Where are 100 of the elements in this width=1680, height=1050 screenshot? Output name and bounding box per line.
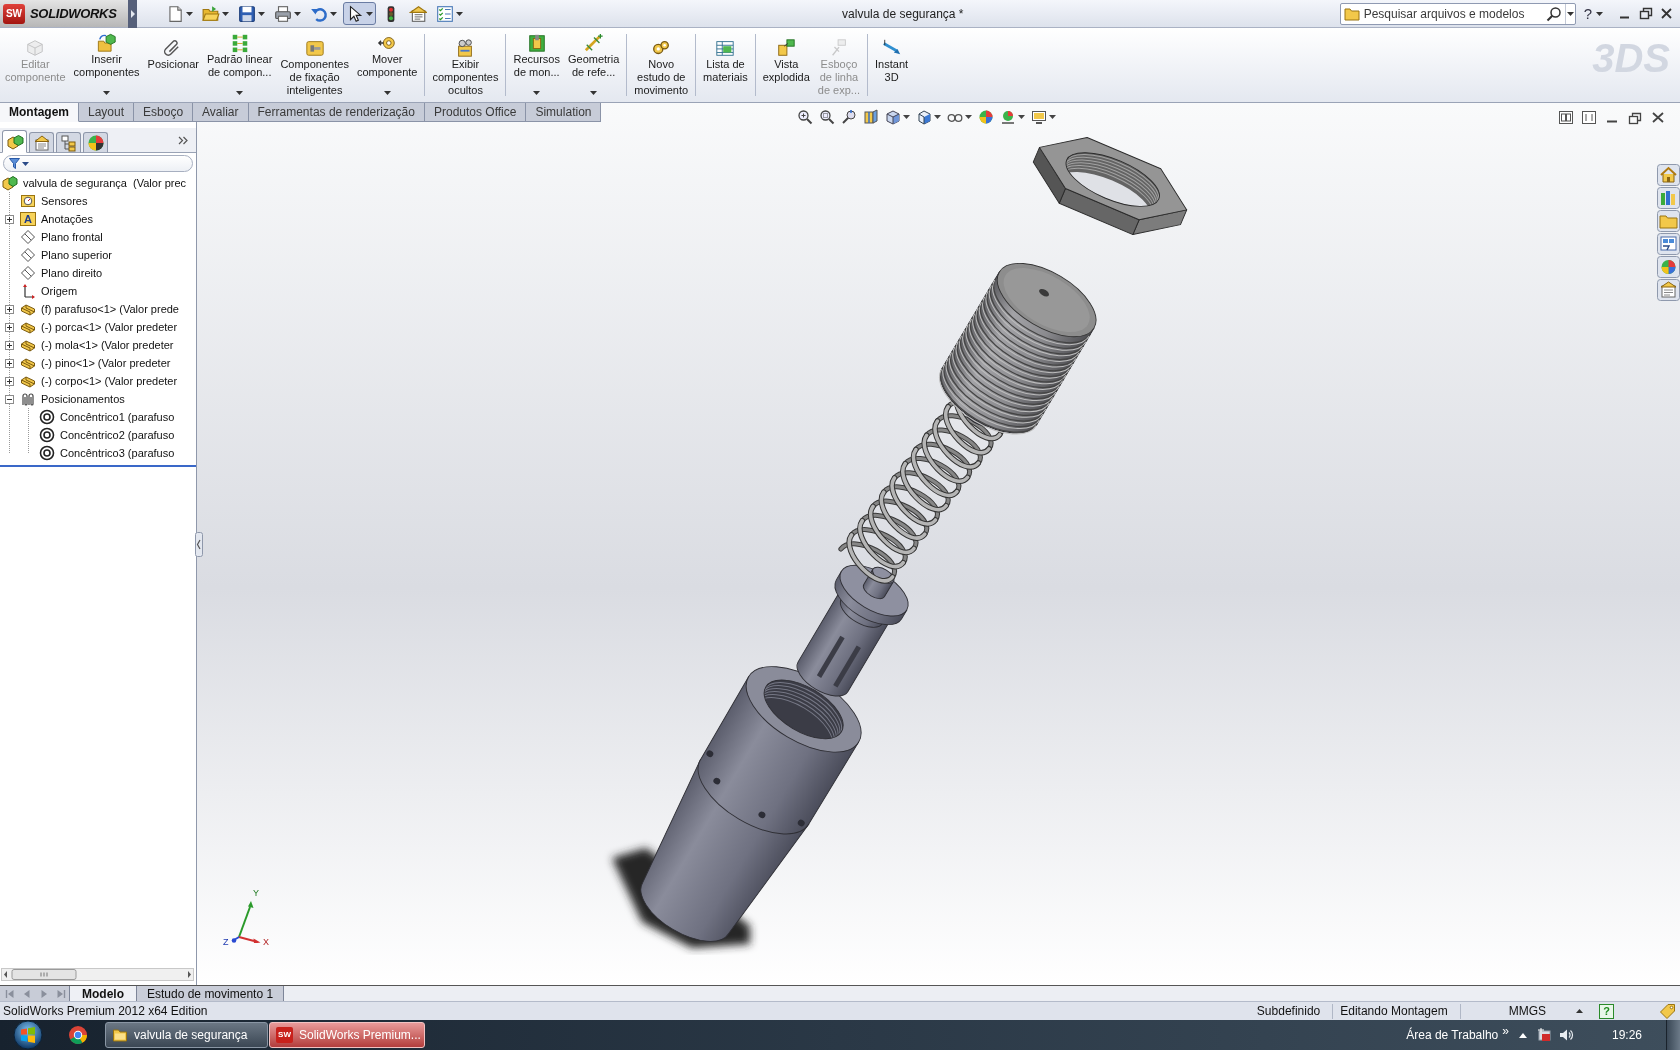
smart-fasteners-button[interactable]: Componentes de fixação inteligentes	[276, 28, 353, 102]
assembly-feature-icon	[526, 33, 547, 53]
home-icon[interactable]	[1657, 164, 1680, 186]
tree-item[interactable]: Concêntrico2 (parafuso	[60, 429, 175, 441]
restore-icon[interactable]	[1638, 6, 1653, 21]
property-sheet-icon	[32, 133, 51, 152]
view-orientation-button[interactable]	[885, 109, 910, 125]
zoom-to-fit-button[interactable]	[797, 109, 813, 125]
tree-item[interactable]: (-) mola<1> (Valor predeter	[41, 339, 174, 351]
panel-tab[interactable]	[29, 132, 54, 153]
folder-icon	[112, 1027, 128, 1043]
app-logo-badge: SW	[3, 3, 25, 24]
command-tab[interactable]: Montagem	[0, 103, 79, 122]
plus-box-icon[interactable]	[5, 304, 14, 314]
view-settings-button[interactable]	[1031, 109, 1056, 125]
plus-box-icon[interactable]	[5, 358, 14, 368]
command-tab[interactable]: Ferramentas de renderização	[248, 103, 425, 122]
app-menu-button[interactable]: SW SOLIDWORKS	[0, 0, 128, 27]
close-icon[interactable]	[1659, 6, 1674, 21]
taskbar-button[interactable]: valvula de segurança	[105, 1022, 268, 1048]
show-hidden-button[interactable]: Exibir componentes ocultos	[428, 28, 503, 102]
tree-item[interactable]: (-) pino<1> (Valor predeter	[41, 357, 171, 369]
library-icon[interactable]	[1657, 187, 1680, 209]
insert-components-button[interactable]: Inserir componentes	[69, 28, 144, 102]
motion-study-button[interactable]: Novo estudo de movimento	[630, 28, 693, 102]
previous-view-icon	[841, 109, 857, 125]
section-view-button[interactable]	[863, 109, 879, 125]
linear-pattern-button[interactable]: Padrão linear de compon...	[202, 28, 277, 102]
panel-tab[interactable]	[2, 130, 27, 153]
show-desktop-button[interactable]	[1666, 1020, 1680, 1050]
reference-geometry-button[interactable]: Geometria de refe...	[563, 28, 624, 102]
horizontal-scrollbar[interactable]	[1, 968, 194, 981]
zoom-area-button[interactable]	[819, 109, 835, 125]
command-tab[interactable]: Avaliar	[193, 103, 249, 122]
tree-item[interactable]: (-) corpo<1> (Valor predeter	[41, 375, 178, 387]
gauge-icon	[20, 193, 36, 209]
tile-vertical-icon[interactable]	[1581, 110, 1597, 125]
model-tab[interactable]: Estudo de movimento 1	[137, 986, 285, 1001]
filter-field[interactable]	[3, 155, 193, 172]
plus-box-icon[interactable]	[5, 214, 14, 224]
bill-of-materials-button[interactable]: Lista de materiais	[699, 28, 752, 102]
tree-item[interactable]: Anotações	[41, 213, 93, 225]
configuration-tree-icon	[59, 133, 78, 152]
tree-item[interactable]: Posicionamentos	[41, 393, 125, 405]
tag-icon[interactable]	[1660, 1003, 1676, 1019]
caret-up-icon[interactable]	[1576, 1009, 1583, 1013]
select-button[interactable]	[343, 2, 376, 25]
panel-tab[interactable]	[56, 132, 81, 153]
command-tab[interactable]: Simulation	[526, 103, 602, 122]
toolbar-chevron[interactable]: »	[1502, 1025, 1509, 1037]
zoom-fit-icon	[797, 109, 813, 125]
plus-box-icon[interactable]	[5, 340, 14, 350]
command-tab[interactable]: Layout	[79, 103, 135, 122]
tree-item[interactable]: valvula de segurança (Valor prec	[23, 177, 187, 189]
view-palette-icon[interactable]	[1657, 233, 1680, 255]
tree-item[interactable]: Plano superior	[41, 249, 112, 261]
tree-item[interactable]: Origem	[41, 285, 78, 297]
mate-button[interactable]: Posicionar	[143, 28, 203, 102]
tree-item[interactable]: Plano frontal	[41, 231, 103, 243]
shaded-cube-icon	[916, 109, 932, 125]
collapse-handle[interactable]	[195, 532, 203, 557]
exploded-view-button[interactable]: Vista explodida	[758, 28, 814, 102]
status-text: Editando Montagem	[1340, 1003, 1448, 1020]
tree-item[interactable]: (-) porca<1> (Valor predeter	[41, 321, 178, 333]
panel-tab[interactable]	[83, 132, 108, 153]
tree-item[interactable]: Plano direito	[41, 267, 103, 279]
concentric-circles-icon	[39, 409, 55, 425]
search-field[interactable]: Pesquisar arquivos e modelos	[1339, 2, 1576, 25]
tree-item[interactable]: (f) parafuso<1> (Valor prede	[41, 303, 179, 315]
menu-arrow-icon[interactable]	[128, 0, 137, 28]
round-app-icon[interactable]	[68, 1025, 88, 1045]
previous-view-button[interactable]	[841, 109, 857, 125]
properties-sheet-icon[interactable]	[1657, 279, 1680, 301]
minus-box-icon[interactable]	[5, 394, 14, 404]
monitor-icon	[1031, 109, 1047, 125]
double-chevron-icon[interactable]	[178, 136, 188, 145]
units-button[interactable]: MMGS	[1508, 1005, 1546, 1017]
tree-item[interactable]: Concêntrico3 (parafuso	[60, 447, 175, 459]
instant-3d-button[interactable]: Instant 3D	[871, 28, 913, 102]
close-icon[interactable]	[1650, 110, 1666, 125]
plus-box-icon[interactable]	[5, 376, 14, 386]
edit-appearance-button[interactable]	[978, 109, 994, 125]
apply-scene-button[interactable]	[1000, 109, 1025, 125]
taskbar-button[interactable]: SW SolidWorks Premium...	[269, 1022, 425, 1048]
command-tab[interactable]: Produtos Office	[424, 103, 527, 122]
move-component-button[interactable]: Mover componente	[352, 28, 422, 102]
help-button[interactable]: ?	[1599, 1003, 1614, 1019]
help-button[interactable]: ?	[1583, 6, 1603, 21]
tree-item[interactable]: Sensores	[41, 195, 88, 207]
display-style-button[interactable]	[916, 109, 941, 125]
assembly-features-button[interactable]: Recursos de mon...	[509, 28, 564, 102]
tile-horizontal-icon[interactable]	[1558, 110, 1574, 125]
network-icon[interactable]	[1535, 1027, 1552, 1043]
folder-icon	[1343, 6, 1360, 21]
speaker-icon[interactable]	[1557, 1027, 1574, 1043]
tree-item[interactable]: Concêntrico1 (parafuso	[60, 411, 175, 423]
restore-icon[interactable]	[1627, 110, 1643, 125]
command-tab[interactable]: Esboço	[134, 103, 194, 122]
plus-box-icon[interactable]	[5, 322, 14, 332]
tray-arrow-icon[interactable]	[1518, 1032, 1527, 1038]
